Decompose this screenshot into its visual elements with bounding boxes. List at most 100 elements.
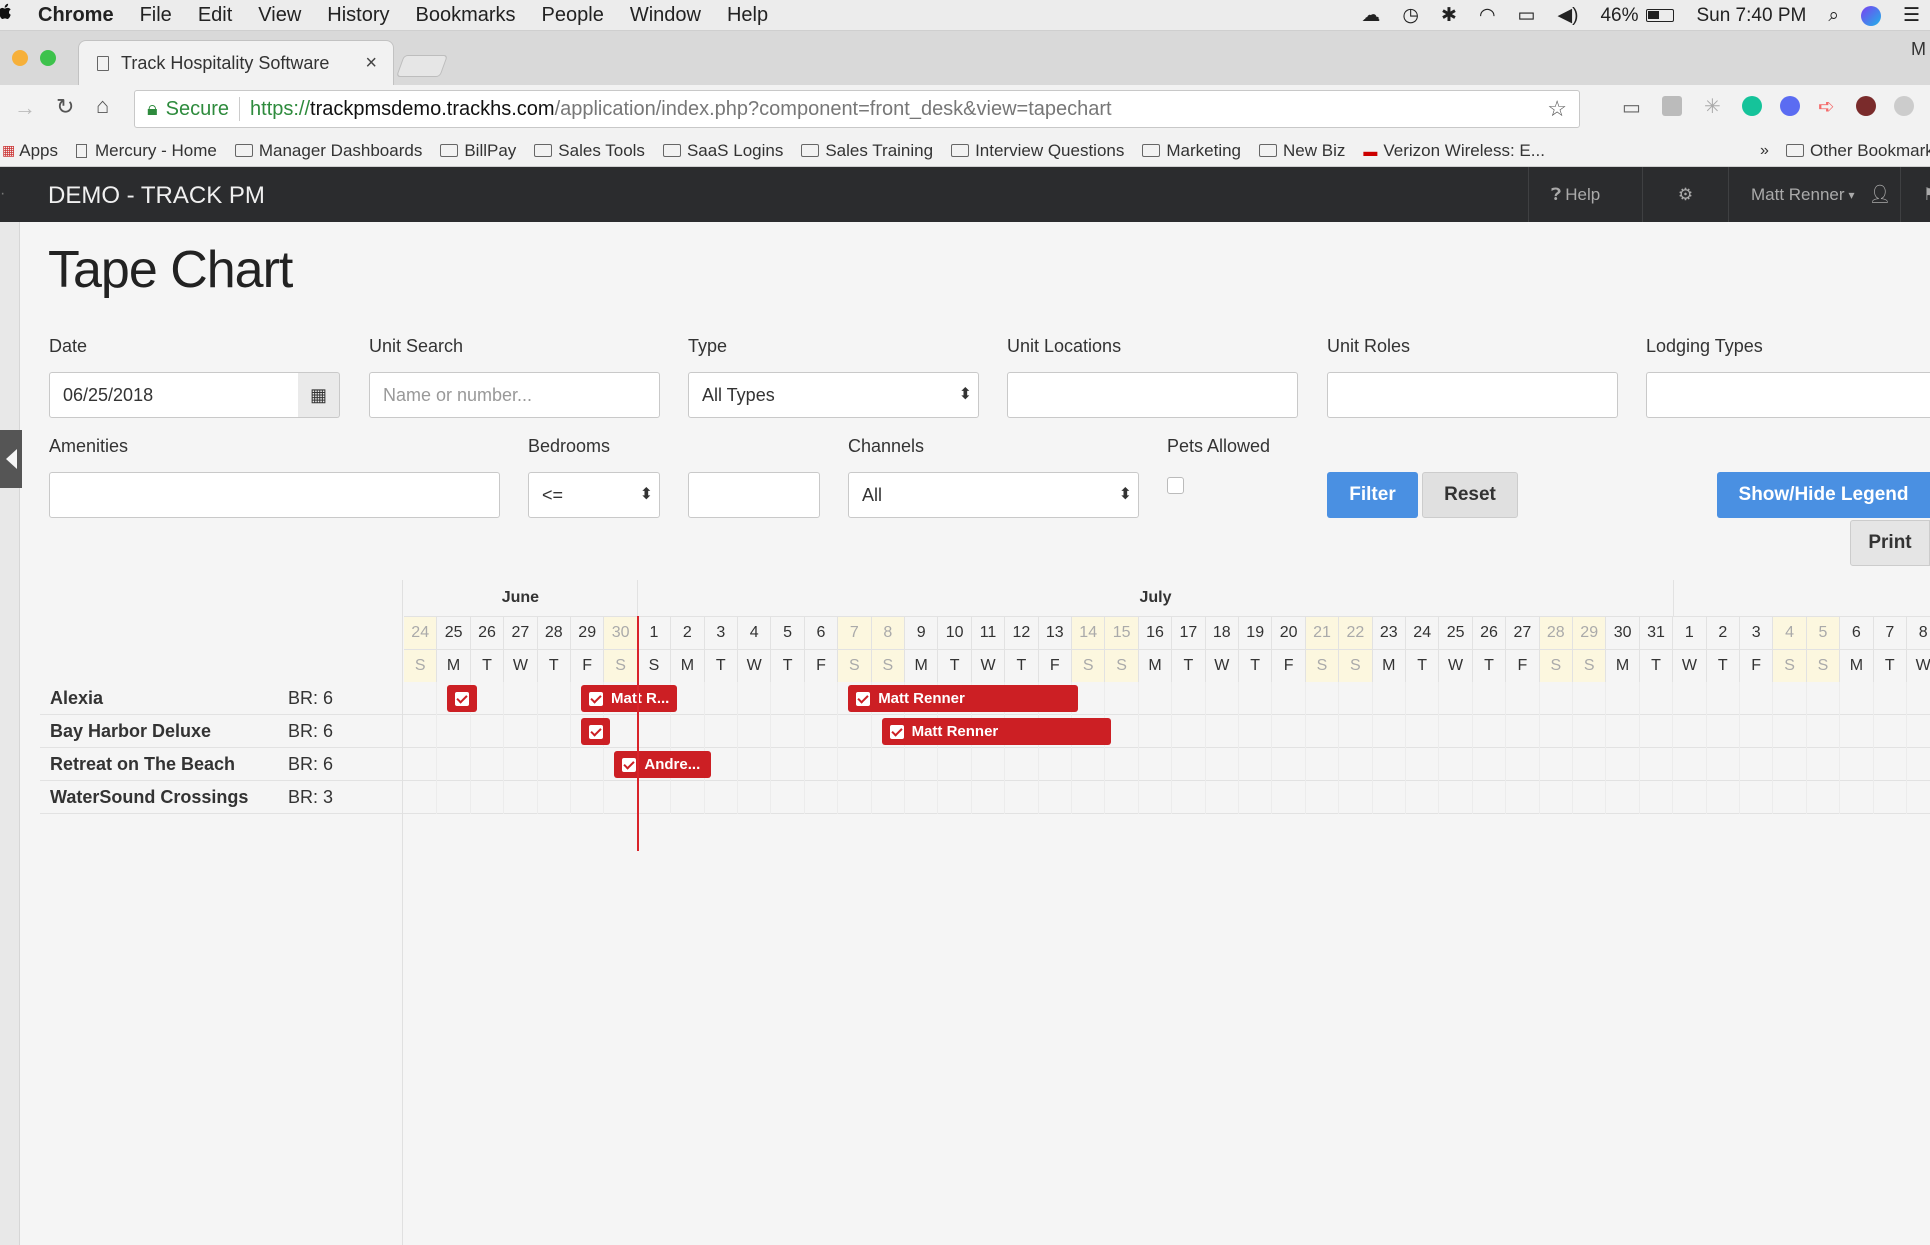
menu-help[interactable]: Help [727,4,768,27]
day-cell[interactable] [905,781,939,814]
sidebar-collapse-handle[interactable] [0,430,22,488]
day-cell[interactable] [1439,748,1473,781]
day-cell[interactable] [1640,715,1674,748]
unit-name-link[interactable]: Alexia [50,688,103,709]
bookmarks-overflow-chevron-icon[interactable]: » [1760,142,1769,160]
bookmark-new-biz[interactable]: New Biz [1259,141,1345,161]
reservation-bar[interactable]: Matt Renner [881,718,1112,745]
day-cell[interactable] [1473,682,1507,715]
settings-button[interactable]: ⚙ [1642,167,1728,222]
day-cell[interactable] [571,748,605,781]
day-cell[interactable] [404,715,438,748]
creative-cloud-icon[interactable]: ☁ [1361,4,1380,27]
menu-view[interactable]: View [258,4,301,27]
new-tab-button[interactable] [395,55,449,77]
unit-search-input[interactable]: Name or number... [369,372,660,418]
day-cell[interactable] [805,715,839,748]
extension-arrow-icon[interactable]: ➪ [1818,94,1835,119]
day-cell[interactable] [504,715,538,748]
day-cell[interactable] [1573,748,1607,781]
day-cell[interactable] [1540,781,1573,814]
bluetooth-icon[interactable]: ✱ [1441,4,1457,27]
reservation-bar[interactable]: Andre... [614,751,711,778]
lodging-types-input[interactable] [1646,372,1930,418]
day-cell[interactable] [1807,715,1841,748]
day-cell[interactable] [1239,781,1273,814]
day-cell[interactable] [1206,715,1239,748]
day-cell[interactable] [1707,682,1740,715]
day-cell[interactable] [1272,781,1306,814]
unit-roles-input[interactable] [1327,372,1618,418]
day-cell[interactable] [1640,781,1674,814]
day-cell[interactable] [1773,682,1807,715]
day-cell[interactable] [1206,748,1239,781]
day-cell[interactable] [1339,748,1373,781]
day-cell[interactable] [1874,781,1907,814]
bedrooms-count-input[interactable] [688,472,820,518]
day-cell[interactable] [1506,715,1540,748]
show-hide-legend-button[interactable]: Show/Hide Legend [1717,472,1930,518]
menu-people[interactable]: People [542,4,604,27]
clock[interactable]: Sun 7:40 PM [1696,5,1806,27]
day-cell[interactable] [404,748,438,781]
pets-allowed-checkbox[interactable] [1167,477,1184,494]
day-cell[interactable] [1005,748,1039,781]
day-cell[interactable] [571,781,605,814]
day-cell[interactable] [1039,748,1072,781]
day-cell[interactable] [805,748,839,781]
battery-percent[interactable]: 46% [1600,5,1638,27]
day-cell[interactable] [1740,715,1774,748]
day-cell[interactable] [1172,748,1206,781]
day-cell[interactable] [1606,715,1640,748]
day-cell[interactable] [504,781,538,814]
day-cell[interactable] [1506,748,1540,781]
day-cell[interactable] [1039,781,1072,814]
day-cell[interactable] [1105,748,1139,781]
unit-name-link[interactable]: Retreat on The Beach [50,754,235,775]
day-cell[interactable] [638,781,672,814]
apple-icon[interactable] [0,3,12,27]
day-cell[interactable] [1439,682,1473,715]
unit-name-link[interactable]: WaterSound Crossings [50,787,248,808]
filter-button[interactable]: Filter [1327,472,1418,518]
day-cell[interactable] [1707,748,1740,781]
day-cell[interactable] [1907,682,1930,715]
day-cell[interactable] [1573,715,1607,748]
day-cell[interactable] [1740,682,1774,715]
extension-k-icon[interactable] [1856,96,1876,116]
bookmark-billpay[interactable]: BillPay [440,141,516,161]
sidebar-toggle-icon[interactable]: · [0,185,5,203]
day-cell[interactable] [1640,682,1674,715]
time-machine-icon[interactable]: ◷ [1402,4,1419,27]
day-cell[interactable] [1473,748,1507,781]
bookmark-mercury-home[interactable]: Mercury - Home [75,141,217,161]
menu-history[interactable]: History [327,4,389,27]
day-cell[interactable] [1406,715,1440,748]
day-cell[interactable] [1540,715,1573,748]
day-cell[interactable] [838,781,872,814]
extension-g-icon[interactable] [1662,96,1682,116]
reservation-bar[interactable]: Matt R... [581,685,678,712]
battery-icon[interactable] [1646,9,1675,22]
day-cell[interactable] [1105,781,1139,814]
extension-shield-icon[interactable] [1780,96,1800,116]
day-cell[interactable] [1306,715,1340,748]
menu-app-name[interactable]: Chrome [38,4,114,27]
bookmark-sales-training[interactable]: Sales Training [801,141,933,161]
day-cell[interactable] [1673,781,1707,814]
day-cell[interactable] [1373,715,1406,748]
day-cell[interactable] [1907,715,1930,748]
day-cell[interactable] [1439,715,1473,748]
bookmark-saas-logins[interactable]: SaaS Logins [662,141,783,161]
profile-corner-letter[interactable]: M [1911,39,1926,60]
day-cell[interactable] [1406,682,1440,715]
day-cell[interactable] [1339,682,1373,715]
reservation-bar[interactable] [447,685,477,712]
day-cell[interactable] [1673,748,1707,781]
day-cell[interactable] [1740,748,1774,781]
day-cell[interactable] [1673,715,1707,748]
wifi-icon[interactable]: ◠ [1479,4,1496,27]
day-cell[interactable] [738,682,772,715]
day-cell[interactable] [1172,682,1206,715]
day-cell[interactable] [1239,748,1273,781]
